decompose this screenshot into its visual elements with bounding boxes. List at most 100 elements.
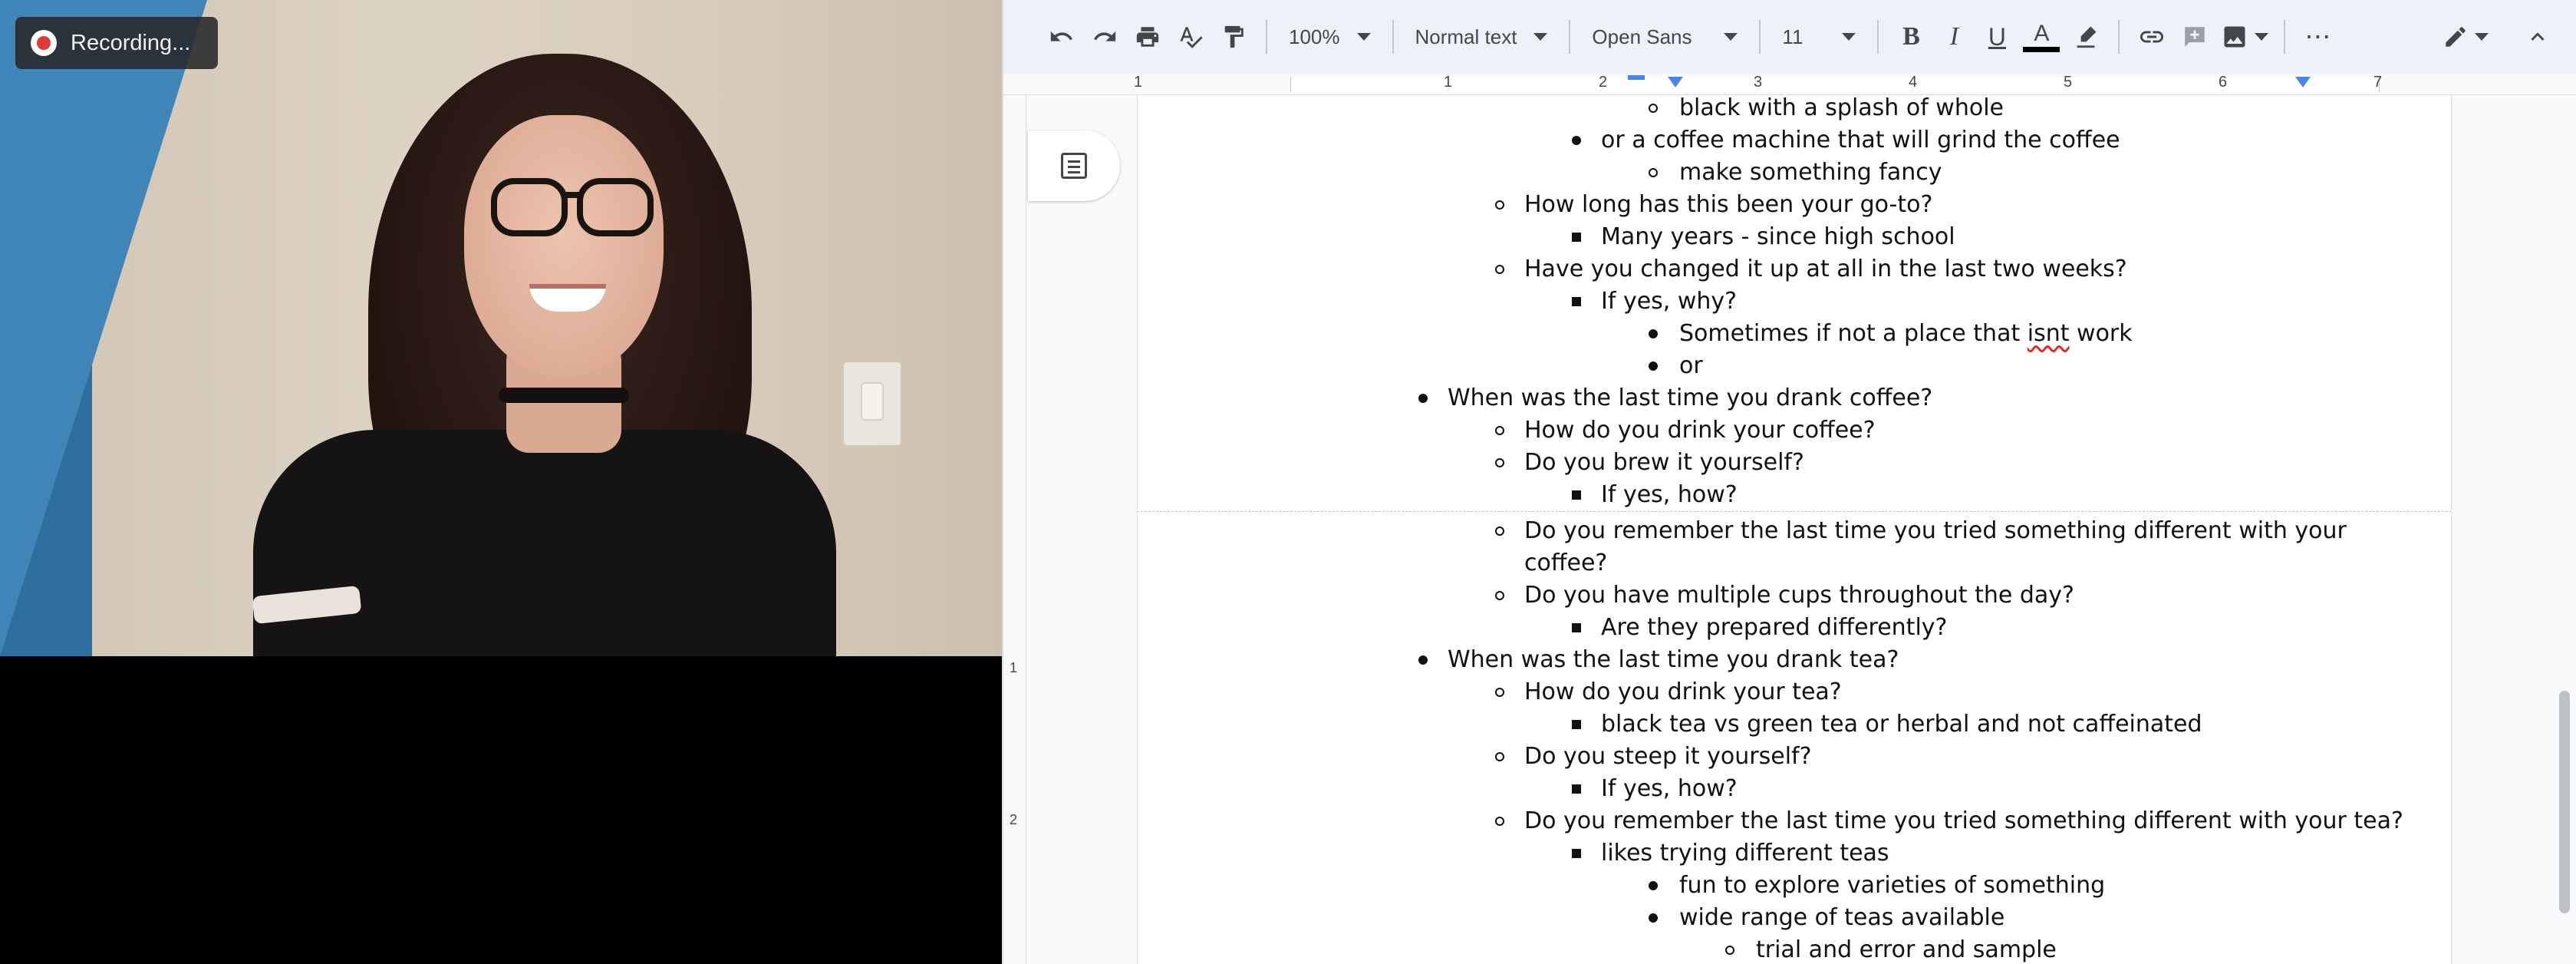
list-item[interactable]: Do you brew it yourself? xyxy=(1524,447,1804,479)
vertical-ruler[interactable]: 1 2 xyxy=(1005,95,1026,964)
toolbar-right-group xyxy=(2438,14,2559,60)
bullet-circle xyxy=(1495,688,1504,697)
participant-face xyxy=(464,115,664,376)
underline-button[interactable]: U xyxy=(1975,14,2018,60)
undo-button[interactable] xyxy=(1040,14,1083,60)
bullet-square xyxy=(1572,297,1581,306)
misspelled-word[interactable]: isnt xyxy=(2028,320,2070,347)
paint-format-button[interactable] xyxy=(1212,14,1255,60)
bullet-disc xyxy=(1418,394,1428,403)
list-item[interactable]: When was the last time you drank coffee? xyxy=(1448,382,1932,414)
bullet-circle xyxy=(1495,458,1504,467)
chevron-down-icon xyxy=(1724,33,1738,41)
list-item-continuation[interactable]: coffee? xyxy=(1524,547,1607,579)
document-page[interactable]: black with a splash of whole or a coffee… xyxy=(1137,95,2452,510)
bullet-circle xyxy=(1495,527,1504,536)
font-value: Open Sans xyxy=(1592,25,1692,48)
bold-button[interactable]: B xyxy=(1889,14,1932,60)
highlight-button[interactable] xyxy=(2064,14,2107,60)
italic-button[interactable]: I xyxy=(1932,14,1975,60)
chevron-down-icon xyxy=(2255,33,2269,41)
left-indent-handle[interactable] xyxy=(1668,77,1683,87)
text-color-button[interactable]: A xyxy=(2018,14,2064,60)
list-item[interactable]: Are they prepared differently? xyxy=(1601,612,1947,644)
participant-video[interactable] xyxy=(0,0,1002,656)
bullet-disc xyxy=(1649,881,1658,890)
recording-indicator[interactable]: Recording... xyxy=(15,17,218,69)
participant xyxy=(0,0,1002,656)
docs-toolbar: 100% Normal text Open Sans 11 B I U A ⋯ xyxy=(1003,0,2576,74)
bullet-circle xyxy=(1725,946,1734,955)
list-item[interactable]: Do you steep it yourself? xyxy=(1524,741,1812,773)
paragraph-style-value: Normal text xyxy=(1415,25,1517,48)
list-item[interactable]: If yes, how? xyxy=(1601,479,1738,510)
list-item[interactable]: Many years - since high school xyxy=(1601,221,1955,253)
insert-image-button[interactable] xyxy=(2216,14,2273,60)
text-color-letter: A xyxy=(2034,20,2050,46)
collapse-menus-button[interactable] xyxy=(2516,14,2559,60)
editing-mode-button[interactable] xyxy=(2438,14,2493,60)
list-item[interactable]: likes trying different teas xyxy=(1601,837,1889,870)
bullet-square xyxy=(1572,623,1581,632)
horizontal-ruler[interactable]: 1 1 2 3 4 5 6 7 xyxy=(1003,74,2576,95)
list-item[interactable]: or xyxy=(1679,350,1703,382)
vertical-scrollbar[interactable] xyxy=(2559,691,2570,913)
right-indent-handle[interactable] xyxy=(2295,77,2311,87)
recording-label: Recording... xyxy=(71,30,191,55)
list-item[interactable]: Do you remember the last time you tried … xyxy=(1524,515,2347,547)
insert-link-button[interactable] xyxy=(2130,14,2173,60)
vruler-mark: 1 xyxy=(1010,660,1018,675)
bullet-disc xyxy=(1572,136,1581,145)
print-button[interactable] xyxy=(1126,14,1169,60)
font-select[interactable]: Open Sans xyxy=(1581,14,1748,60)
list-item[interactable]: Do you remember the last time you tried … xyxy=(1524,805,2403,837)
participant-choker xyxy=(499,388,629,403)
toolbar-divider xyxy=(1569,20,1571,54)
list-item[interactable]: wide range of teas available xyxy=(1679,902,2004,934)
list-item[interactable]: If yes, how? xyxy=(1601,773,1738,805)
bullet-circle xyxy=(1495,752,1504,761)
first-line-indent-handle[interactable] xyxy=(1628,75,1645,80)
spellcheck-button[interactable] xyxy=(1169,14,1212,60)
list-item[interactable]: How do you drink your tea? xyxy=(1524,676,1842,708)
text-color-swatch xyxy=(2023,46,2060,52)
list-item[interactable]: fun to explore varieties of something xyxy=(1679,870,2105,902)
redo-icon xyxy=(1093,31,1116,41)
toolbar-divider xyxy=(1759,20,1761,54)
list-item[interactable]: Sometimes if not a place that isnt work xyxy=(1679,318,2133,350)
list-item[interactable]: or a coffee machine that will grind the … xyxy=(1601,124,2120,157)
list-item[interactable]: trial and error and sample xyxy=(1756,934,2057,964)
list-item[interactable]: If yes, why? xyxy=(1601,286,1737,318)
font-size-select[interactable]: 11 xyxy=(1771,14,1866,60)
document-page[interactable]: Do you remember the last time you tried … xyxy=(1137,511,2452,964)
vruler-mark: 2 xyxy=(1010,812,1018,827)
bullet-circle xyxy=(1495,817,1504,826)
list-item[interactable]: Have you changed it up at all in the las… xyxy=(1524,253,2127,286)
document-outline-button[interactable] xyxy=(1028,130,1120,201)
list-item[interactable]: How long has this been your go-to? xyxy=(1524,189,1932,221)
glasses-right-lens xyxy=(577,178,654,236)
glasses-bridge xyxy=(564,192,581,198)
more-options-button[interactable]: ⋯ xyxy=(2296,14,2339,60)
zoom-select[interactable]: 100% xyxy=(1278,14,1382,60)
list-item[interactable]: black tea vs green tea or herbal and not… xyxy=(1601,708,2202,741)
bullet-circle xyxy=(1495,591,1504,600)
bullet-circle xyxy=(1495,200,1504,210)
font-size-value: 11 xyxy=(1782,25,1804,48)
list-item[interactable]: Do you have multiple cups throughout the… xyxy=(1524,579,2074,612)
list-item[interactable]: When was the last time you drank tea? xyxy=(1448,644,1899,676)
ruler-mark: 1 xyxy=(1444,74,1453,91)
list-item[interactable]: make something fancy xyxy=(1679,157,1942,189)
chevron-down-icon xyxy=(2475,33,2489,41)
ruler-mark: 4 xyxy=(1909,74,1918,91)
add-comment-button[interactable] xyxy=(2173,14,2216,60)
docs-editor-pane: 100% Normal text Open Sans 11 B I U A ⋯ … xyxy=(1002,0,2576,964)
ruler-mark: 1 xyxy=(1134,74,1143,91)
list-item[interactable]: black with a splash of whole xyxy=(1679,95,2004,124)
bullet-disc xyxy=(1649,913,1658,923)
redo-button[interactable] xyxy=(1083,14,1126,60)
bullet-square xyxy=(1572,490,1581,500)
list-item[interactable]: How do you drink your coffee? xyxy=(1524,414,1876,447)
paragraph-style-select[interactable]: Normal text xyxy=(1405,14,1559,60)
video-call-pane: Recording... xyxy=(0,0,1002,964)
